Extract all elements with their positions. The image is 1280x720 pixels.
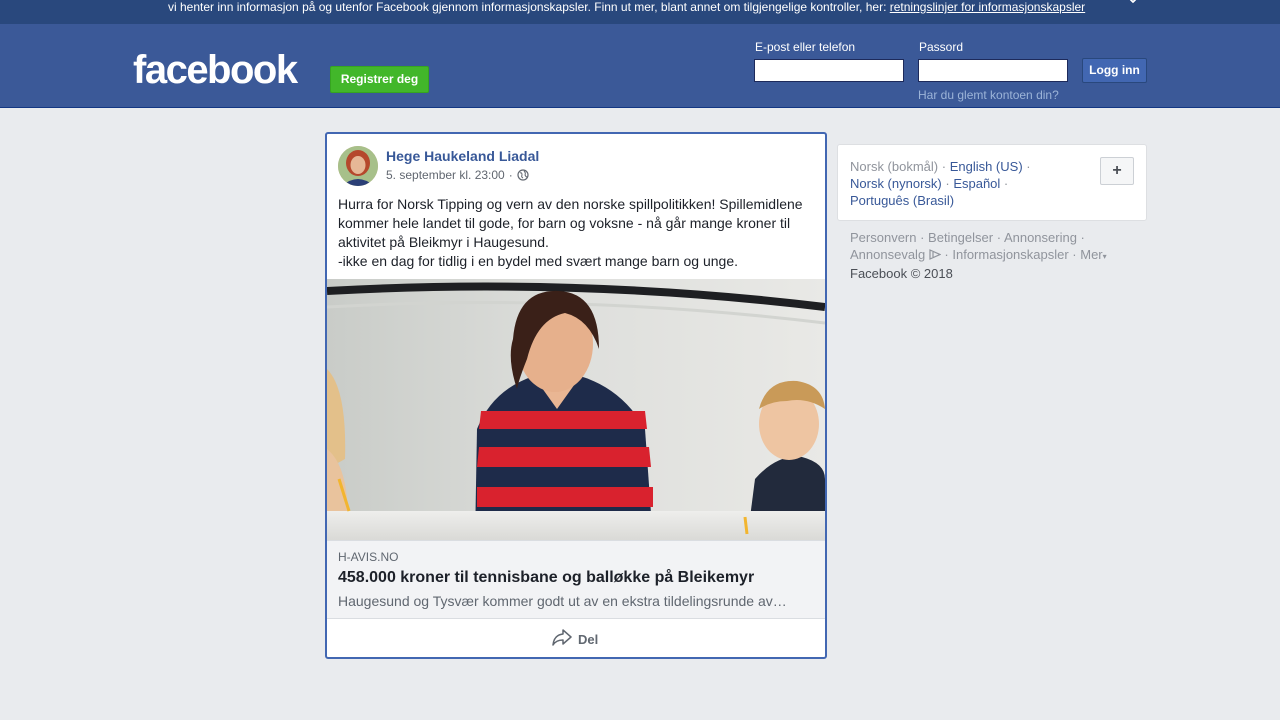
password-label: Passord [919,40,964,54]
copyright: Facebook © 2018 [850,266,953,281]
close-icon[interactable] [1124,0,1142,10]
link-preview[interactable]: H-AVIS.NO 458.000 kroner til tennisbane … [327,540,825,618]
footer-link-privacy[interactable]: Personvern [850,230,916,245]
post-paragraph: Hurra for Norsk Tipping og vern av den n… [338,196,803,250]
language-option[interactable]: English (US) [950,159,1023,174]
email-label: E-post eller telefon [755,40,856,54]
post-author[interactable]: Hege Haukeland Liadal [386,148,539,164]
register-button[interactable]: Registrer deg [330,66,429,93]
forgot-account-link[interactable]: Har du glemt kontoen din? [918,88,1059,102]
cookie-banner-message: vi henter inn informasjon på og utenfor … [168,0,890,14]
footer-link-more[interactable]: Mer [1080,247,1102,262]
chevron-down-icon[interactable]: ▾ [1103,252,1107,261]
globe-icon[interactable] [517,169,529,181]
share-label: Del [578,631,599,647]
email-field[interactable] [754,59,904,82]
cookie-banner-text: vi henter inn informasjon på og utenfor … [168,0,1085,14]
language-option[interactable]: Español [953,176,1000,191]
meta-separator: · [508,168,513,182]
link-description: Haugesund og Tysvær kommer godt ut av en… [338,593,787,609]
footer-link-adchoices[interactable]: Annonsevalg [850,247,925,262]
post-actions: Del [327,618,825,657]
language-list: Norsk (bokmål) · English (US) · Norsk (n… [850,159,1031,208]
share-button[interactable]: Del [552,629,598,649]
cookie-policy-link[interactable]: retningslinjer for informasjonskapsler [890,0,1085,14]
link-title[interactable]: 458.000 kroner til tennisbane og balløkk… [338,569,754,587]
post-paragraph: -ikke en dag for tidlig i en bydel med s… [338,253,739,269]
language-option[interactable]: Norsk (nynorsk) [850,176,942,191]
login-button[interactable]: Logg inn [1082,58,1147,83]
language-current: Norsk (bokmål) [850,159,939,174]
password-field[interactable] [918,59,1068,82]
cookie-banner: vi henter inn informasjon på og utenfor … [0,0,1280,24]
post-timestamp[interactable]: 5. september kl. 23:00 [386,168,505,182]
link-domain: H-AVIS.NO [338,550,399,564]
post-card: Hege Haukeland Liadal 5. september kl. 2… [325,132,827,659]
post-meta: 5. september kl. 23:00 · [386,168,529,182]
language-selector: Norsk (bokmål) · English (US) · Norsk (n… [837,144,1147,221]
language-option[interactable]: Português (Brasil) [850,193,954,208]
post-text: Hurra for Norsk Tipping og vern av den n… [338,195,816,271]
footer-link-terms[interactable]: Betingelser [928,230,993,245]
post-photo[interactable] [327,279,825,541]
share-icon [552,629,572,649]
avatar[interactable] [338,146,378,186]
footer-links: Personvern · Betingelser · Annonsering ·… [850,230,1107,281]
top-header: facebook Registrer deg E-post eller tele… [0,24,1280,108]
footer-link-advertising[interactable]: Annonsering [1004,230,1077,245]
facebook-logo[interactable]: facebook [133,50,298,90]
footer-link-cookies[interactable]: Informasjonskapsler [952,247,1068,262]
add-language-button[interactable]: + [1100,157,1134,185]
adchoices-icon [929,247,942,260]
